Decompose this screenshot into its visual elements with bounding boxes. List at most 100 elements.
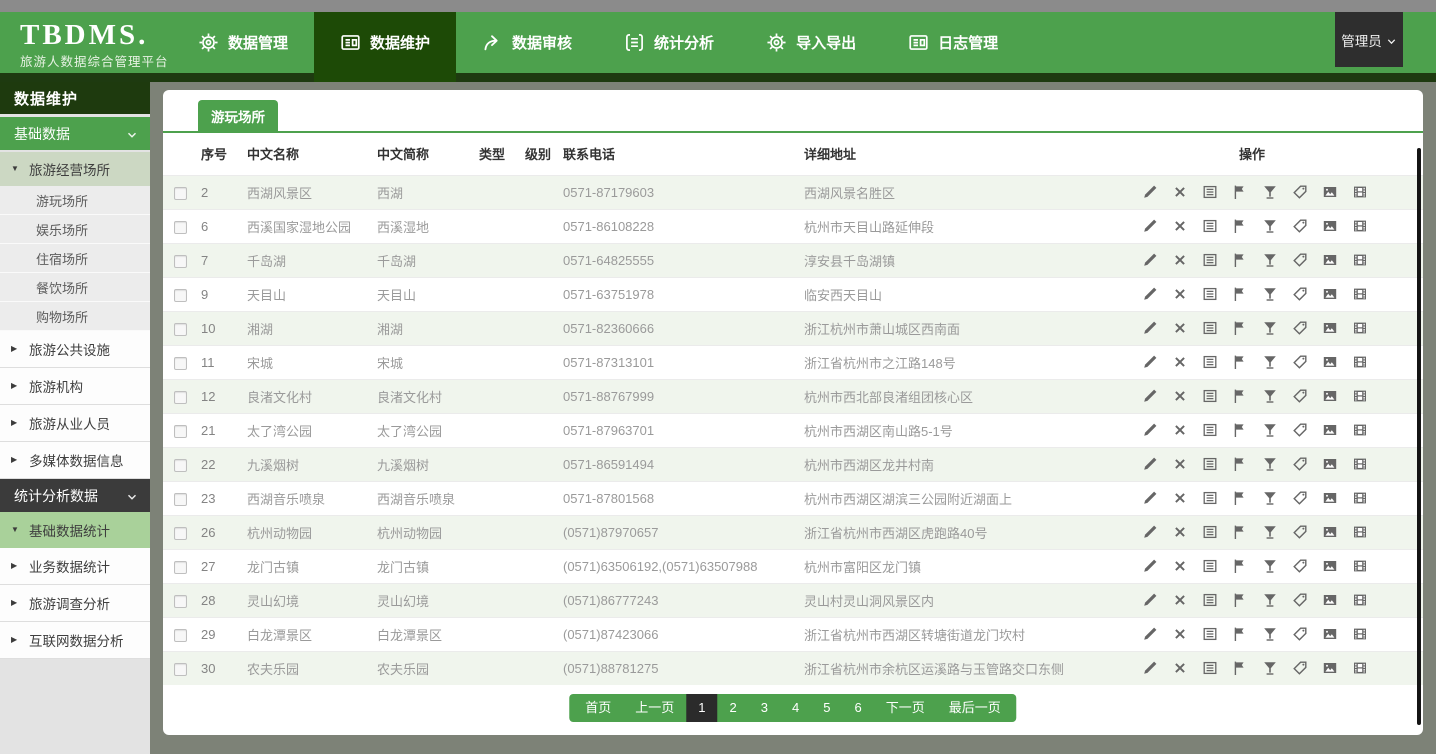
delete-icon[interactable]	[1172, 490, 1188, 506]
sidebar-item-互联网数据分析[interactable]: ▶ 互联网数据分析	[0, 622, 150, 659]
nav-item-数据管理[interactable]: 数据管理	[172, 12, 314, 73]
detail-icon[interactable]	[1202, 592, 1218, 608]
edit-icon[interactable]	[1142, 490, 1158, 506]
sidebar-item-旅游调查分析[interactable]: ▶ 旅游调查分析	[0, 585, 150, 622]
delete-icon[interactable]	[1172, 660, 1188, 676]
edit-icon[interactable]	[1142, 184, 1158, 200]
flag-icon[interactable]	[1232, 558, 1248, 574]
filter-icon[interactable]	[1262, 660, 1278, 676]
filter-icon[interactable]	[1262, 218, 1278, 234]
pagination-item-5[interactable]: 5	[811, 694, 842, 722]
film-icon[interactable]	[1352, 320, 1368, 336]
flag-icon[interactable]	[1232, 286, 1248, 302]
filter-icon[interactable]	[1262, 422, 1278, 438]
film-icon[interactable]	[1352, 660, 1368, 676]
film-icon[interactable]	[1352, 558, 1368, 574]
detail-icon[interactable]	[1202, 422, 1218, 438]
image-icon[interactable]	[1322, 524, 1338, 540]
row-checkbox[interactable]	[174, 663, 187, 676]
flag-icon[interactable]	[1232, 184, 1248, 200]
row-checkbox[interactable]	[174, 561, 187, 574]
edit-icon[interactable]	[1142, 388, 1158, 404]
row-checkbox[interactable]	[174, 255, 187, 268]
user-menu[interactable]: 管理员	[1335, 12, 1403, 67]
film-icon[interactable]	[1352, 422, 1368, 438]
sidebar-item-旅游经营场所[interactable]: ▼ 旅游经营场所	[0, 152, 150, 186]
row-checkbox[interactable]	[174, 323, 187, 336]
delete-icon[interactable]	[1172, 626, 1188, 642]
row-checkbox[interactable]	[174, 289, 187, 302]
film-icon[interactable]	[1352, 354, 1368, 370]
edit-icon[interactable]	[1142, 558, 1158, 574]
flag-icon[interactable]	[1232, 490, 1248, 506]
edit-icon[interactable]	[1142, 524, 1158, 540]
flag-icon[interactable]	[1232, 252, 1248, 268]
sidebar-item-统计分析数据[interactable]: 统计分析数据	[0, 479, 150, 512]
delete-icon[interactable]	[1172, 252, 1188, 268]
filter-icon[interactable]	[1262, 592, 1278, 608]
flag-icon[interactable]	[1232, 456, 1248, 472]
flag-icon[interactable]	[1232, 320, 1248, 336]
tag-icon[interactable]	[1292, 456, 1308, 472]
row-checkbox[interactable]	[174, 391, 187, 404]
flag-icon[interactable]	[1232, 354, 1248, 370]
filter-icon[interactable]	[1262, 252, 1278, 268]
pagination-item-上一页[interactable]: 上一页	[623, 694, 686, 722]
sidebar-item-业务数据统计[interactable]: ▶ 业务数据统计	[0, 548, 150, 585]
edit-icon[interactable]	[1142, 422, 1158, 438]
edit-icon[interactable]	[1142, 456, 1158, 472]
row-checkbox[interactable]	[174, 221, 187, 234]
edit-icon[interactable]	[1142, 592, 1158, 608]
image-icon[interactable]	[1322, 286, 1338, 302]
sidebar-item-购物场所[interactable]: 购物场所	[0, 302, 150, 331]
sidebar-item-基础数据[interactable]: 基础数据	[0, 117, 150, 150]
filter-icon[interactable]	[1262, 286, 1278, 302]
image-icon[interactable]	[1322, 558, 1338, 574]
nav-item-统计分析[interactable]: 统计分析	[598, 12, 740, 73]
pagination-item-3[interactable]: 3	[749, 694, 780, 722]
flag-icon[interactable]	[1232, 218, 1248, 234]
delete-icon[interactable]	[1172, 320, 1188, 336]
pagination-item-6[interactable]: 6	[842, 694, 873, 722]
image-icon[interactable]	[1322, 218, 1338, 234]
tag-icon[interactable]	[1292, 354, 1308, 370]
flag-icon[interactable]	[1232, 626, 1248, 642]
edit-icon[interactable]	[1142, 218, 1158, 234]
sidebar-item-游玩场所[interactable]: 游玩场所	[0, 186, 150, 215]
film-icon[interactable]	[1352, 456, 1368, 472]
vertical-scrollbar[interactable]	[1417, 148, 1421, 725]
pagination-item-最后一页[interactable]: 最后一页	[937, 694, 1017, 722]
detail-icon[interactable]	[1202, 218, 1218, 234]
film-icon[interactable]	[1352, 524, 1368, 540]
filter-icon[interactable]	[1262, 524, 1278, 540]
sidebar-item-旅游从业人员[interactable]: ▶ 旅游从业人员	[0, 405, 150, 442]
filter-icon[interactable]	[1262, 558, 1278, 574]
detail-icon[interactable]	[1202, 252, 1218, 268]
film-icon[interactable]	[1352, 592, 1368, 608]
detail-icon[interactable]	[1202, 490, 1218, 506]
film-icon[interactable]	[1352, 626, 1368, 642]
image-icon[interactable]	[1322, 184, 1338, 200]
tag-icon[interactable]	[1292, 660, 1308, 676]
nav-item-日志管理[interactable]: 日志管理	[882, 12, 1024, 73]
tag-icon[interactable]	[1292, 320, 1308, 336]
pagination-item-4[interactable]: 4	[780, 694, 811, 722]
delete-icon[interactable]	[1172, 422, 1188, 438]
image-icon[interactable]	[1322, 354, 1338, 370]
filter-icon[interactable]	[1262, 388, 1278, 404]
delete-icon[interactable]	[1172, 354, 1188, 370]
film-icon[interactable]	[1352, 184, 1368, 200]
nav-item-数据维护[interactable]: 数据维护	[314, 12, 456, 82]
sidebar-item-旅游公共设施[interactable]: ▶ 旅游公共设施	[0, 331, 150, 368]
row-checkbox[interactable]	[174, 357, 187, 370]
delete-icon[interactable]	[1172, 218, 1188, 234]
tab-active[interactable]: 游玩场所	[198, 100, 278, 131]
tag-icon[interactable]	[1292, 422, 1308, 438]
image-icon[interactable]	[1322, 456, 1338, 472]
flag-icon[interactable]	[1232, 592, 1248, 608]
flag-icon[interactable]	[1232, 422, 1248, 438]
flag-icon[interactable]	[1232, 660, 1248, 676]
filter-icon[interactable]	[1262, 626, 1278, 642]
image-icon[interactable]	[1322, 660, 1338, 676]
delete-icon[interactable]	[1172, 524, 1188, 540]
